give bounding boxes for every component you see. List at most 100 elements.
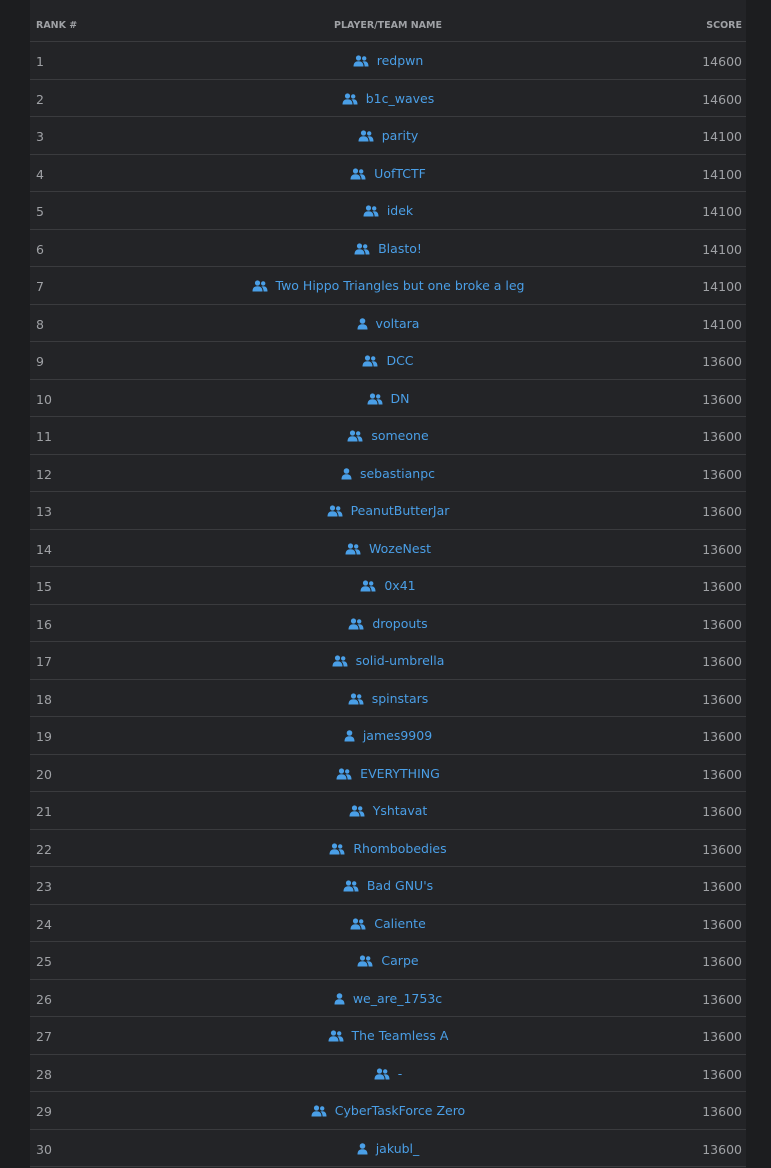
name-text: solid-umbrella [355, 653, 445, 668]
score-cell: 13600 [702, 804, 742, 819]
table-body: 1 redpwn 14600 2 b1c_waves 14600 3 parity 14100 4… [30, 42, 746, 1167]
team-icon [348, 616, 372, 631]
name-link[interactable]: DN [30, 391, 746, 406]
team-icon [328, 1028, 352, 1043]
name-link[interactable]: PeanutButterJar [30, 503, 746, 518]
name-text: redpwn [376, 53, 424, 68]
name-link[interactable]: idek [30, 203, 746, 218]
score-cell: 13600 [702, 766, 742, 782]
team-icon [354, 241, 378, 256]
name-link[interactable]: dropouts [30, 616, 746, 631]
name-text: The Teamless A [351, 1028, 449, 1043]
name-link[interactable]: b1c_waves [30, 91, 746, 106]
name-text: we_are_1753c [352, 990, 443, 1006]
table-row: 26 we_are_1753c 13600 [30, 980, 746, 1017]
name-link[interactable]: Two Hippo Triangles but one broke a leg [30, 278, 746, 293]
name-link[interactable]: solid-umbrella [30, 653, 746, 668]
score-cell: 13600 [702, 354, 742, 369]
table-row: 9 DCC 13600 [30, 342, 746, 380]
name-link[interactable]: Blasto! [30, 241, 746, 256]
score-cell: 13600 [702, 654, 742, 669]
name-link[interactable]: Carpe [30, 953, 746, 968]
team-icon [342, 91, 366, 106]
name-link[interactable]: voltara [30, 316, 746, 331]
score-cell: 13600 [702, 691, 742, 707]
name-link[interactable]: DCC [30, 353, 746, 368]
name-link[interactable]: WozeNest [30, 541, 746, 556]
team-icon [360, 578, 384, 593]
name-link[interactable]: redpwn [30, 53, 746, 68]
name-link[interactable]: Caliente [30, 916, 746, 931]
score-cell: 13600 [702, 466, 742, 482]
table-row: 18 spinstars 13600 [30, 680, 746, 717]
table-row: 22 Rhombobedies 13600 [30, 830, 746, 867]
table-row: 23 Bad GNU's 13600 [30, 867, 746, 905]
name-text: dropouts [372, 615, 428, 631]
name-text: jakubl_ [375, 1140, 420, 1156]
team-icon [336, 766, 360, 781]
score-cell: 14600 [702, 91, 742, 107]
team-icon [347, 428, 371, 443]
table-row: 5 idek 14100 [30, 192, 746, 230]
team-icon [348, 691, 372, 706]
name-link[interactable]: CyberTaskForce Zero [30, 1103, 746, 1118]
team-icon [349, 803, 373, 818]
table-row: 8 voltara 14100 [30, 305, 746, 342]
name-link[interactable]: EVERYTHING [30, 766, 746, 781]
name-text: Bad GNU's [366, 878, 434, 893]
score-cell: 13600 [702, 954, 742, 969]
table-row: 1 redpwn 14600 [30, 42, 746, 80]
team-icon [362, 353, 386, 368]
team-icon [350, 166, 374, 181]
name-text: DN [390, 390, 410, 406]
name-text: PeanutButterJar [350, 503, 450, 518]
name-link[interactable]: UofTCTF [30, 166, 746, 181]
table-row: 15 0x41 13600 [30, 567, 746, 605]
table-row: 17 solid-umbrella 13600 [30, 642, 746, 680]
table-row: 6 Blasto! 14100 [30, 230, 746, 267]
team-icon [350, 916, 374, 931]
score-cell: 13600 [702, 429, 742, 444]
name-link[interactable]: Bad GNU's [30, 878, 746, 893]
table-row: 28-13600 [30, 1055, 746, 1092]
name-text: parity [381, 128, 419, 143]
name-text: b1c_waves [365, 90, 435, 106]
name-link[interactable]: - [30, 1066, 746, 1081]
name-text: Caliente [374, 915, 426, 931]
name-link[interactable]: we_are_1753c [30, 991, 746, 1006]
score-cell: 14100 [702, 129, 742, 144]
name-link[interactable]: spinstars [30, 691, 746, 706]
name-text: Blasto! [378, 240, 422, 256]
team-icon [357, 953, 381, 968]
score-cell: 13600 [702, 579, 742, 594]
team-icon [332, 653, 356, 668]
score-cell: 13600 [702, 616, 742, 632]
name-text: sebastianpc [359, 465, 436, 481]
name-link[interactable]: Rhombobedies [30, 841, 746, 856]
score-cell: 13600 [702, 391, 742, 407]
name-column-header: PLAYER/TEAM NAME [334, 20, 442, 31]
name-link[interactable]: someone [30, 428, 746, 443]
name-link[interactable]: parity [30, 128, 746, 143]
team-icon [353, 53, 377, 68]
name-text: idek [386, 203, 414, 218]
name-link[interactable]: 0x41 [30, 578, 746, 593]
name-link[interactable]: sebastianpc [30, 466, 746, 481]
name-link[interactable]: james9909 [30, 728, 746, 743]
scoreboard-table: RANK # PLAYER/TEAM NAME SCORE 1 redpwn 146… [30, 0, 746, 1168]
user-icon [334, 991, 353, 1006]
name-text: UofTCTF [374, 165, 426, 181]
team-icon [363, 203, 387, 218]
score-cell: 13600 [702, 1029, 742, 1044]
name-text: - [397, 1065, 403, 1081]
name-link[interactable]: The Teamless A [30, 1028, 746, 1043]
team-icon [252, 278, 276, 293]
name-text: someone [371, 428, 429, 443]
name-link[interactable]: jakubl_ [30, 1141, 746, 1156]
score-cell: 13600 [702, 1104, 742, 1119]
team-icon [343, 878, 367, 893]
table-row: 24 Caliente 13600 [30, 905, 746, 942]
score-cell: 14100 [702, 316, 742, 332]
user-icon [357, 316, 376, 331]
name-link[interactable]: Yshtavat [30, 803, 746, 818]
